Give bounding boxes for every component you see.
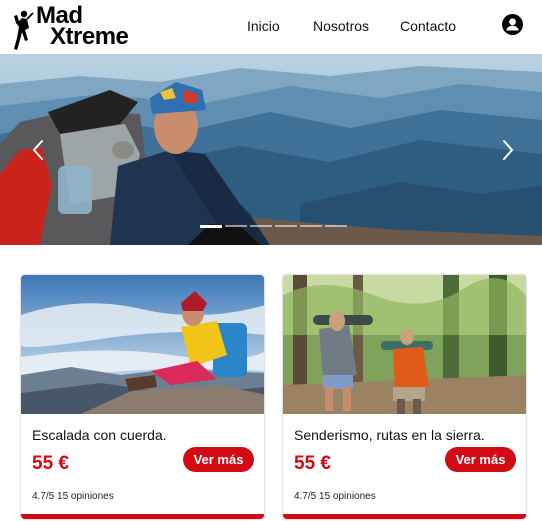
- card-title: Escalada con cuerda.: [32, 427, 167, 443]
- carousel-indicators: [200, 225, 347, 228]
- site-header: Mad Xtreme Inicio Nosotros Contacto: [0, 0, 542, 54]
- card-title: Senderismo, rutas en la sierra.: [294, 427, 485, 443]
- carousel-indicator[interactable]: [275, 225, 297, 227]
- ver-mas-button[interactable]: Ver más: [445, 447, 516, 472]
- card-rating: 4.7/5 15 opiniones: [32, 491, 114, 502]
- card-accent-bar: [283, 514, 526, 519]
- carousel-indicator[interactable]: [200, 225, 222, 228]
- logo[interactable]: Mad Xtreme: [10, 4, 138, 52]
- card-image-climbing: [21, 275, 264, 414]
- hero-image: [0, 54, 542, 245]
- nav-nosotros[interactable]: Nosotros: [313, 18, 369, 34]
- carousel-indicator[interactable]: [325, 225, 347, 227]
- card-price: 55 €: [32, 453, 69, 474]
- ver-mas-button[interactable]: Ver más: [183, 447, 254, 472]
- card-rating: 4.7/5 15 opiniones: [294, 491, 376, 502]
- card-price: 55 €: [294, 453, 331, 474]
- chevron-left-icon[interactable]: [30, 138, 46, 162]
- card-image-hiking: [283, 275, 526, 414]
- logo-text-xtreme: Xtreme: [50, 23, 129, 50]
- nav-contacto[interactable]: Contacto: [400, 18, 456, 34]
- carousel-indicator[interactable]: [225, 225, 247, 227]
- chevron-right-icon[interactable]: [500, 138, 516, 162]
- card-accent-bar: [21, 514, 264, 519]
- carousel-indicator[interactable]: [250, 225, 272, 227]
- user-circle-icon[interactable]: [502, 14, 523, 35]
- hero-carousel[interactable]: [0, 54, 542, 245]
- nav-inicio[interactable]: Inicio: [247, 18, 280, 34]
- activity-card: Senderismo, rutas en la sierra. 55 € Ver…: [282, 274, 527, 520]
- carousel-indicator[interactable]: [300, 225, 322, 227]
- activity-card: Escalada con cuerda. 55 € Ver más 4.7/5 …: [20, 274, 265, 520]
- climber-logo-icon: [14, 10, 34, 50]
